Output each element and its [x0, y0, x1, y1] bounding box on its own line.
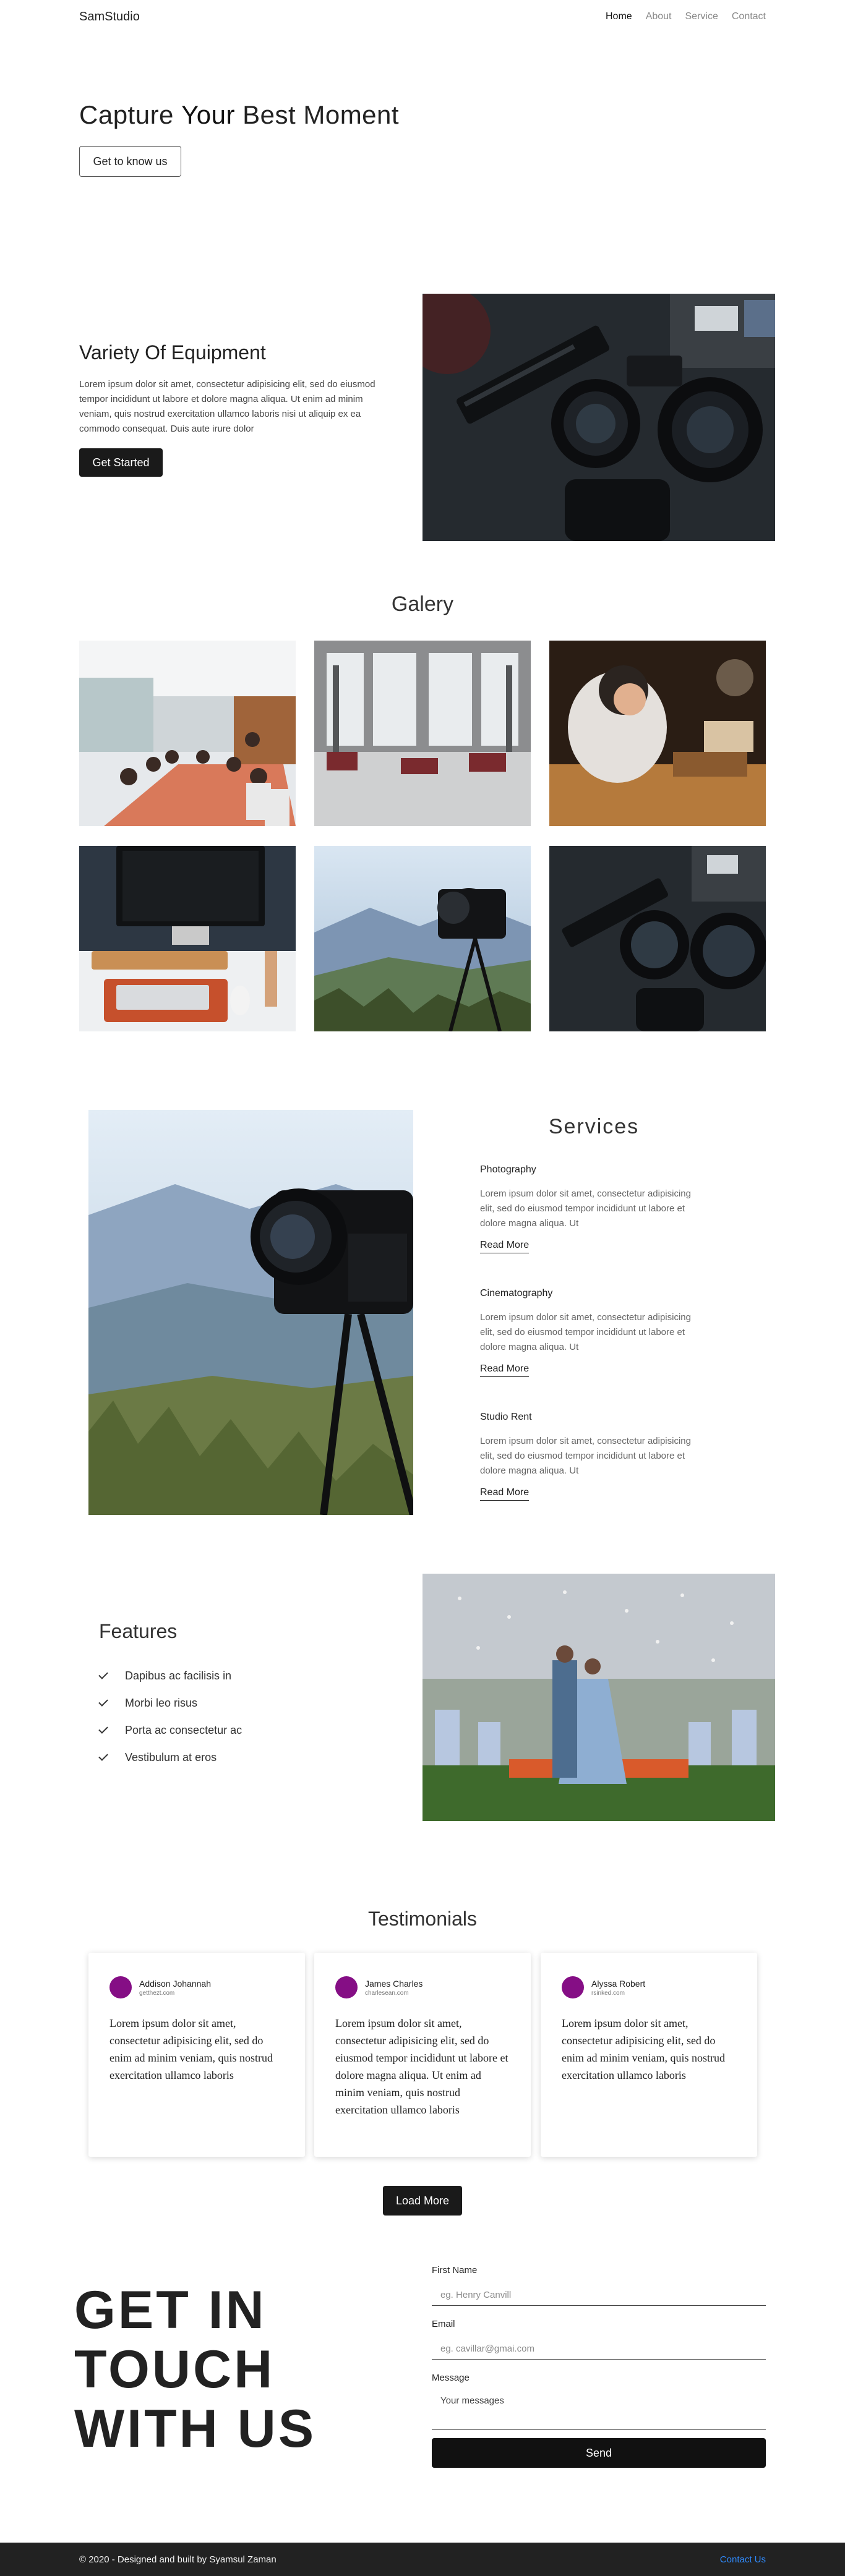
contact-title-line: WITH US: [74, 2399, 317, 2459]
check-icon: [98, 1670, 108, 1679]
feature-label: Vestibulum at eros: [125, 1751, 217, 1764]
equipment-description: Lorem ipsum dolor sit amet, consectetur …: [79, 379, 375, 434]
testimonial-header: James Charles charlesean.com: [335, 1976, 510, 1998]
service-description: Lorem ipsum dolor sit amet, consectetur …: [480, 1312, 691, 1352]
feature-item: Dapibus ac facilisis in: [98, 1662, 242, 1689]
service-description: Lorem ipsum dolor sit amet, consectetur …: [480, 1188, 691, 1229]
service-name: Cinematography: [480, 1288, 553, 1299]
read-more-link[interactable]: Read More: [480, 1487, 530, 1501]
testimonial-text: Lorem ipsum dolor sit amet, consectetur …: [109, 2017, 273, 2081]
contact-title: GET IN TOUCH WITH US: [74, 2280, 316, 2459]
testimonial-header: Addison Johannah getthezt.com: [109, 1976, 284, 1998]
testimonial-name: James Charles: [365, 1978, 423, 1989]
equipment-title: Variety Of Equipment: [79, 341, 266, 364]
testimonial-card: Alyssa Robert rsinked.com Lorem ipsum do…: [541, 1953, 757, 2157]
service-item-photography: Photography Lorem ipsum dolor sit amet, …: [480, 1164, 708, 1253]
avatar: [562, 1976, 584, 1998]
gallery-image-meeting[interactable]: [79, 641, 296, 826]
testimonial-text: Lorem ipsum dolor sit amet, consectetur …: [335, 2017, 508, 2116]
feature-item: Vestibulum at eros: [98, 1744, 242, 1771]
check-icon: [98, 1751, 108, 1761]
testimonial-card: Addison Johannah getthezt.com Lorem ipsu…: [88, 1953, 305, 2157]
nav-link-service[interactable]: Service: [685, 11, 718, 22]
testimonial-name: Addison Johannah: [139, 1978, 211, 1989]
nav-link-home[interactable]: Home: [606, 11, 632, 22]
testimonials-title: Testimonials: [367, 1908, 478, 1930]
service-name: Photography: [480, 1164, 536, 1175]
nav-links: Home About Service Contact: [606, 11, 766, 22]
testimonial-email: getthezt.com: [139, 1989, 175, 1997]
contact-title-line: TOUCH: [74, 2340, 275, 2399]
read-more-link[interactable]: Read More: [480, 1240, 530, 1253]
get-started-button[interactable]: Get Started: [79, 448, 163, 477]
brand-logo[interactable]: SamStudio: [79, 10, 140, 24]
testimonial-email: rsinked.com: [591, 1989, 625, 1997]
feature-label: Morbi leo risus: [125, 1696, 198, 1709]
services-title: Services: [548, 1115, 640, 1138]
email-field[interactable]: [432, 2339, 766, 2360]
hero-title-end: Best Moment: [234, 100, 400, 129]
first-name-label: First Name: [432, 2265, 478, 2275]
gallery-title: Galery: [391, 592, 454, 616]
camera-lenses-image: [404, 288, 775, 541]
hero-title-start: Capture: [79, 100, 182, 129]
feature-item: Morbi leo risus: [98, 1689, 242, 1717]
footer-copyright: © 2020 - Designed and built by Syamsul Z…: [79, 2554, 277, 2565]
gallery-image-mountain-camera[interactable]: [314, 846, 531, 1031]
nav-link-contact[interactable]: Contact: [732, 11, 766, 22]
testimonial-header: Alyssa Robert rsinked.com: [562, 1976, 736, 1998]
avatar: [109, 1976, 132, 1998]
email-label: Email: [432, 2319, 455, 2329]
get-to-know-us-button[interactable]: Get to know us: [79, 146, 181, 177]
load-more-button[interactable]: Load More: [383, 2186, 462, 2216]
contact-title-line: GET IN: [74, 2280, 267, 2340]
wedding-image: [422, 1574, 775, 1821]
first-name-field[interactable]: [432, 2285, 766, 2306]
feature-label: Porta ac consectetur ac: [125, 1723, 242, 1736]
testimonial-text: Lorem ipsum dolor sit amet, consectetur …: [562, 2017, 725, 2081]
service-item-studio-rent: Studio Rent Lorem ipsum dolor sit amet, …: [480, 1412, 708, 1501]
services-camera-image: [88, 1110, 413, 1515]
features-list: Dapibus ac facilisis in Morbi leo risus …: [98, 1662, 242, 1771]
testimonial-name: Alyssa Robert: [591, 1978, 646, 1989]
feature-label: Dapibus ac facilisis in: [125, 1669, 232, 1682]
testimonial-card: James Charles charlesean.com Lorem ipsum…: [314, 1953, 531, 2157]
gallery-image-lenses[interactable]: [549, 846, 766, 1031]
message-label: Message: [432, 2373, 470, 2383]
footer: © 2020 - Designed and built by Syamsul Z…: [0, 2543, 845, 2576]
check-icon: [98, 1724, 108, 1734]
footer-contact-link[interactable]: Contact Us: [720, 2554, 766, 2565]
navbar: SamStudio Home About Service Contact: [0, 0, 845, 35]
service-description: Lorem ipsum dolor sit amet, consectetur …: [480, 1436, 691, 1476]
nav-link-about[interactable]: About: [646, 11, 672, 22]
read-more-link[interactable]: Read More: [480, 1363, 530, 1377]
avatar: [335, 1976, 358, 1998]
feature-item: Porta ac consectetur ac: [98, 1717, 242, 1744]
check-icon: [98, 1697, 108, 1707]
testimonial-email: charlesean.com: [365, 1989, 409, 1997]
hero-title: Capture Your Best Moment: [79, 100, 399, 130]
gallery-image-desk[interactable]: [79, 846, 296, 1031]
gallery-image-lounge[interactable]: [314, 641, 531, 826]
send-button[interactable]: Send: [432, 2438, 766, 2468]
gallery-image-craftsman[interactable]: [549, 641, 766, 826]
message-field[interactable]: [432, 2390, 766, 2430]
service-name: Studio Rent: [480, 1412, 532, 1422]
hero-title-bold: Your: [181, 100, 235, 129]
service-item-cinematography: Cinematography Lorem ipsum dolor sit ame…: [480, 1288, 708, 1377]
features-title: Features: [99, 1620, 178, 1642]
